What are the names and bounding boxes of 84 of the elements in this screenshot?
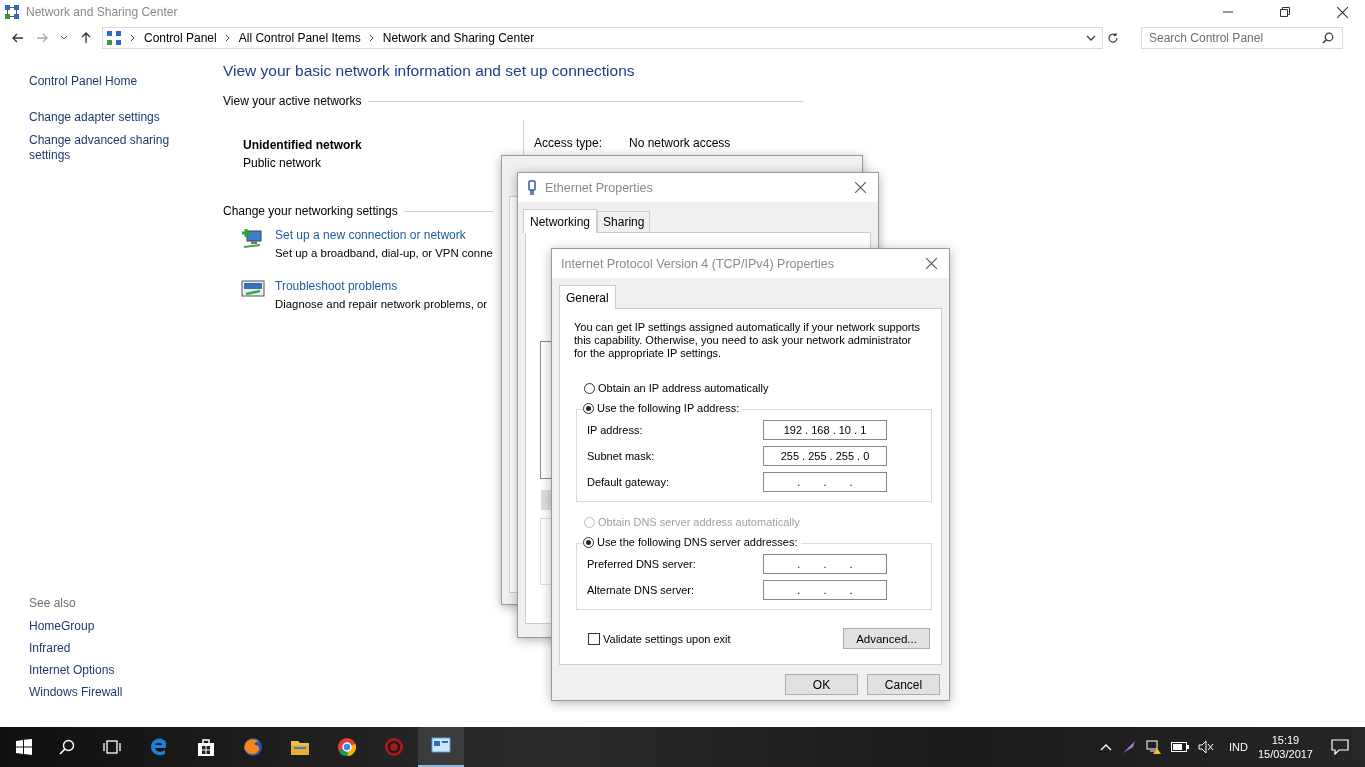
search-field[interactable]: Search Control Panel	[1141, 27, 1343, 49]
advanced-button[interactable]: Advanced...	[843, 628, 930, 649]
search-icon	[1322, 32, 1334, 44]
radio-button[interactable]	[583, 402, 594, 414]
chevron-down-icon[interactable]	[1086, 34, 1096, 42]
field-label: Subnet mask:	[587, 450, 655, 462]
dialog-title: Ethernet Properties	[545, 180, 653, 195]
restore-icon[interactable]	[1280, 7, 1290, 17]
breadcrumb[interactable]: Network and Sharing Center	[382, 31, 535, 45]
task-view-icon[interactable]	[102, 739, 122, 755]
language-indicator[interactable]: IND	[1229, 741, 1248, 753]
task-description: Set up a broadband, dial-up, or VPN conne	[275, 247, 493, 259]
notification-icon[interactable]	[1331, 739, 1349, 755]
dialog-button[interactable]: OK	[785, 674, 858, 695]
network-name: Unidentified network	[243, 138, 363, 152]
field-label: Default gateway:	[587, 476, 669, 488]
access-type-value: No network access	[629, 136, 731, 152]
tab[interactable]: Sharing	[597, 211, 651, 232]
close-icon[interactable]	[926, 258, 937, 269]
network-type: Public network	[243, 156, 323, 170]
checkbox-label[interactable]: Validate settings upon exit	[603, 632, 731, 645]
chrome-icon[interactable]	[337, 737, 357, 757]
sidebar-link[interactable]: Control Panel Home	[29, 74, 179, 89]
clock-time[interactable]: 15:19	[1271, 734, 1300, 746]
network-warning-icon[interactable]	[1146, 739, 1162, 755]
see-also-link[interactable]: Infrared	[29, 641, 223, 655]
ip-address-field[interactable]: . . .	[763, 580, 887, 600]
network-icon	[4, 4, 20, 20]
close-icon[interactable]	[1337, 6, 1348, 18]
ip-address-field[interactable]: 255 . 255 . 255 . 0	[763, 446, 887, 466]
task-link[interactable]: Set up a new connection or network	[275, 228, 493, 242]
see-also-link[interactable]: Windows Firewall	[29, 685, 223, 699]
store-bag-icon[interactable]	[196, 737, 216, 757]
chevron-right-icon	[130, 34, 136, 42]
dialog-button[interactable]: Cancel	[867, 674, 940, 695]
battery-icon[interactable]	[1171, 742, 1189, 752]
radio-button[interactable]	[584, 382, 595, 394]
ip-address-field[interactable]: . . .	[763, 472, 887, 492]
sidebar-link[interactable]: Change adapter settings	[29, 110, 179, 125]
close-icon[interactable]	[855, 182, 866, 193]
checkbox[interactable]	[588, 632, 600, 645]
network-setup-icon	[241, 228, 265, 250]
network-window-icon	[431, 737, 451, 755]
windows-logo-icon[interactable]	[16, 739, 32, 755]
chevron-right-icon	[224, 34, 231, 42]
radio-label[interactable]: Obtain an IP address automatically	[598, 382, 769, 394]
dialog-title: Internet Protocol Version 4 (TCP/IPv4) Properties	[561, 256, 835, 271]
window-title: Network and Sharing Center	[26, 5, 178, 19]
see-also-link[interactable]: HomeGroup	[29, 619, 223, 633]
ethernet-icon	[527, 179, 537, 196]
address-bar[interactable]: Control Panel All Control Panel Items Network and Sharing Center	[102, 27, 1102, 49]
browser-icon[interactable]	[149, 737, 169, 757]
chevron-down-icon[interactable]	[60, 34, 68, 42]
fox-globe-icon[interactable]	[243, 737, 263, 757]
field-label: Alternate DNS server:	[587, 584, 694, 596]
network-icon	[106, 30, 122, 46]
page-heading: View your basic network information and set up connections	[223, 62, 636, 80]
access-type-label: Access type:	[534, 136, 604, 152]
intro-text: You can get IP settings assigned automatically if your network supports this capability. Otherwise, you need to ask your network administrator for the appropriate IP settings.	[574, 321, 922, 360]
section-heading: Change your networking settings	[223, 204, 398, 218]
ip-address-field[interactable]: 192 . 168 . 10 . 1	[763, 420, 887, 440]
search-icon[interactable]	[59, 739, 75, 755]
tab[interactable]: Networking	[523, 209, 598, 233]
chevron-up-icon[interactable]	[1100, 743, 1112, 751]
taskbar-app-button[interactable]	[418, 727, 464, 767]
tab[interactable]: General	[559, 285, 616, 309]
up-arrow-icon[interactable]	[80, 32, 92, 44]
breadcrumb[interactable]: Control Panel	[144, 31, 217, 45]
breadcrumb[interactable]: All Control Panel Items	[238, 31, 361, 45]
clock-date[interactable]: 15/03/2017	[1257, 748, 1313, 760]
radio-button[interactable]	[583, 536, 594, 548]
chevron-right-icon	[368, 34, 375, 42]
muted-speaker-icon[interactable]	[1198, 740, 1214, 754]
sidebar-link[interactable]: Change advanced sharing settings	[29, 133, 179, 163]
task-description: Diagnose and repair network problems, or	[275, 298, 488, 310]
field-label: IP address:	[587, 424, 643, 436]
ip-address-field[interactable]: . . .	[763, 554, 887, 574]
see-also-heading: See also	[29, 596, 77, 610]
back-arrow-icon[interactable]	[12, 32, 24, 44]
see-also-link[interactable]: Internet Options	[29, 663, 223, 677]
field-label: Preferred DNS server:	[587, 558, 696, 570]
section-heading: View your active networks	[223, 94, 362, 108]
folder-icon[interactable]	[290, 738, 310, 756]
task-link[interactable]: Troubleshoot problems	[275, 279, 488, 293]
